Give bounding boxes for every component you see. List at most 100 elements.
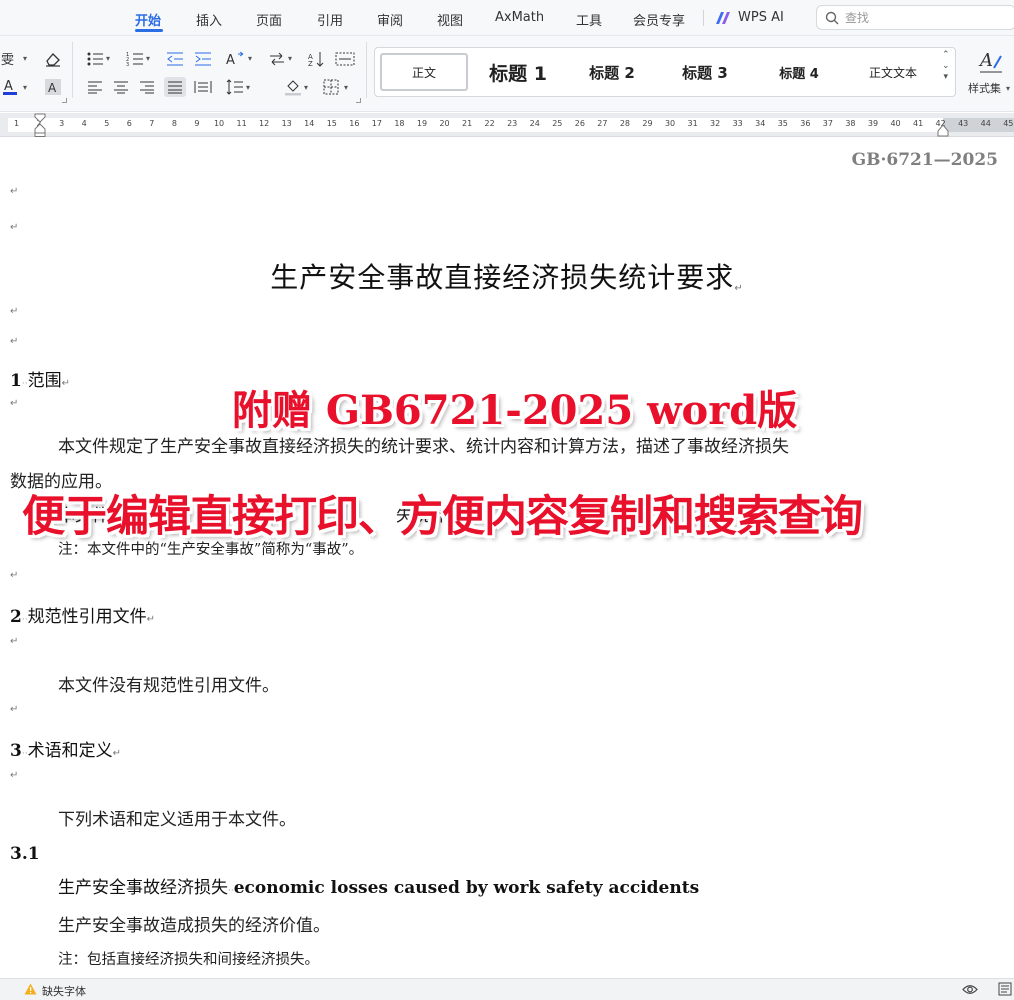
promo-banner-line-2: 便于编辑直接打印、方便内容复制和搜索查询 — [22, 492, 863, 542]
document-page[interactable]: GB·6721—2025 ↵ ↵ 生产安全事故直接经济损失统计要求↵ ↵ ↵ 1… — [0, 138, 1014, 978]
tab-view[interactable]: 视图 — [437, 10, 463, 29]
style-set-icon[interactable]: A — [978, 48, 1004, 74]
page-view-icon[interactable] — [998, 982, 1012, 996]
styles-gallery-scroll[interactable]: ⌃ ⌄ ▾ — [942, 50, 950, 83]
numbering-dropdown-icon[interactable]: ▾ — [146, 54, 150, 63]
clear-format-button[interactable] — [42, 49, 64, 69]
paragraph-mark: ↵ — [10, 704, 19, 715]
decrease-indent-button[interactable] — [164, 49, 186, 69]
warning-icon[interactable] — [24, 983, 37, 995]
increase-indent-button[interactable] — [192, 49, 214, 69]
tab-tools[interactable]: 工具 — [576, 10, 602, 29]
increase-indent-icon — [195, 52, 211, 66]
horizontal-ruler[interactable]: 1 2 3 4 5 6 7 8 9 10 11 12 13 14 15 16 17 18 19 20 21 22 23 24 2… — [0, 113, 1014, 137]
align-center-button[interactable] — [110, 77, 132, 97]
line-spacing-dropdown-icon[interactable]: ▾ — [246, 83, 250, 92]
style-body-text[interactable]: 正文文本 — [849, 53, 937, 91]
paragraph-dialog-launcher[interactable] — [356, 98, 361, 103]
svg-text:3: 3 — [126, 62, 129, 67]
phonetic-guide-button[interactable]: 雯 — [0, 49, 22, 69]
svg-text:雯: 雯 — [1, 53, 14, 67]
style-set-dropdown-icon[interactable]: ▾ — [1006, 84, 1010, 93]
style-set-label[interactable]: 样式集 — [968, 80, 1001, 96]
show-marks-icon — [335, 52, 355, 66]
font-color-button[interactable]: A — [0, 77, 22, 97]
first-line-indent-marker[interactable] — [34, 113, 46, 137]
text-direction-button[interactable] — [266, 49, 288, 69]
borders-button[interactable] — [320, 77, 342, 97]
ruler-tick-label: 27 — [597, 119, 608, 128]
phonetic-dropdown-icon[interactable]: ▾ — [23, 54, 27, 63]
distributed-align-button[interactable] — [192, 77, 214, 97]
ruler-tick-label: 12 — [259, 119, 270, 128]
paragraph-mark: ↵ — [734, 283, 744, 294]
paragraph-mark: ↵ — [10, 222, 19, 233]
ruler-tick-label: 40 — [890, 119, 901, 128]
status-bar: 缺失字体 — [0, 978, 1014, 1000]
shading-dropdown-icon[interactable]: ▾ — [304, 83, 308, 92]
eye-icon[interactable] — [962, 983, 978, 996]
section-number: 1 — [10, 371, 22, 391]
ruler-tick-label: 11 — [236, 119, 247, 128]
sort-icon: AZ — [308, 52, 324, 67]
style-heading-4[interactable]: 标题 4 — [755, 53, 843, 91]
bullet-list-button[interactable] — [84, 49, 106, 69]
section-number: 3 — [10, 741, 22, 761]
char-scaling-dropdown-icon[interactable]: ▾ — [248, 54, 252, 63]
align-left-icon — [88, 81, 102, 94]
tab-references[interactable]: 引用 — [317, 10, 343, 29]
style-normal[interactable]: 正文 — [380, 53, 468, 91]
tab-wps-ai[interactable]: WPS AI — [738, 10, 784, 25]
tab-page[interactable]: 页面 — [256, 10, 282, 29]
tab-review[interactable]: 审阅 — [377, 10, 403, 29]
sort-button[interactable]: AZ — [306, 49, 328, 69]
char-scaling-button[interactable]: A — [224, 49, 246, 69]
ruler-tick-label: 35 — [777, 119, 788, 128]
tab-start[interactable]: 开始 — [135, 10, 161, 29]
font-color-icon: A — [3, 79, 17, 95]
search-input[interactable] — [845, 9, 1005, 27]
ruler-tick-label: 44 — [980, 119, 991, 128]
ruler-tick-label: 13 — [281, 119, 292, 128]
char-shading-button[interactable]: A — [42, 77, 64, 97]
line-spacing-icon — [226, 79, 243, 95]
tab-axmath[interactable]: AxMath — [495, 10, 544, 25]
line-spacing-button[interactable] — [224, 77, 246, 97]
shading-button[interactable] — [282, 77, 304, 97]
ruler-tick-label: 25 — [552, 119, 563, 128]
bullet-dropdown-icon[interactable]: ▾ — [106, 54, 110, 63]
tab-insert[interactable]: 插入 — [196, 10, 222, 29]
tab-member[interactable]: 会员专享 — [633, 10, 685, 29]
font-color-dropdown-icon[interactable]: ▾ — [23, 83, 27, 92]
font-dialog-launcher[interactable] — [62, 98, 67, 103]
missing-font-status[interactable]: 缺失字体 — [42, 983, 86, 999]
borders-dropdown-icon[interactable]: ▾ — [344, 83, 348, 92]
active-tab-indicator — [135, 29, 163, 32]
ruler-tick-label: 21 — [462, 119, 473, 128]
ruler-tick-label: 5 — [104, 119, 110, 128]
section-number: 2 — [10, 607, 22, 627]
justify-button[interactable] — [164, 77, 186, 97]
svg-text:A: A — [226, 53, 235, 67]
ruler-tick-label: 37 — [822, 119, 833, 128]
term-note: 注：包括直接经济损失和间接经济损失。 — [58, 952, 319, 968]
style-heading-3[interactable]: 标题 3 — [661, 53, 749, 91]
style-heading-2[interactable]: 标题 2 — [568, 53, 656, 91]
right-indent-marker[interactable] — [937, 123, 949, 137]
numbered-list-button[interactable]: 123 — [124, 49, 146, 69]
search-box[interactable] — [816, 5, 1014, 30]
menu-divider — [703, 10, 704, 26]
section-title: 术语和定义 — [27, 741, 113, 761]
align-left-button[interactable] — [84, 77, 106, 97]
search-icon — [825, 11, 839, 25]
show-marks-button[interactable] — [334, 49, 356, 69]
char-shading-icon: A — [45, 79, 61, 95]
align-right-button[interactable] — [136, 77, 158, 97]
ruler-tick-label: 31 — [687, 119, 698, 128]
paragraph-mark: ↵ — [10, 570, 19, 581]
ruler-tick-label: 4 — [81, 119, 87, 128]
text-direction-dropdown-icon[interactable]: ▾ — [288, 54, 292, 63]
ruler-tick-label: 14 — [304, 119, 315, 128]
style-heading-1[interactable]: 标题 1 — [475, 53, 561, 91]
section-title: 范围 — [27, 371, 62, 391]
